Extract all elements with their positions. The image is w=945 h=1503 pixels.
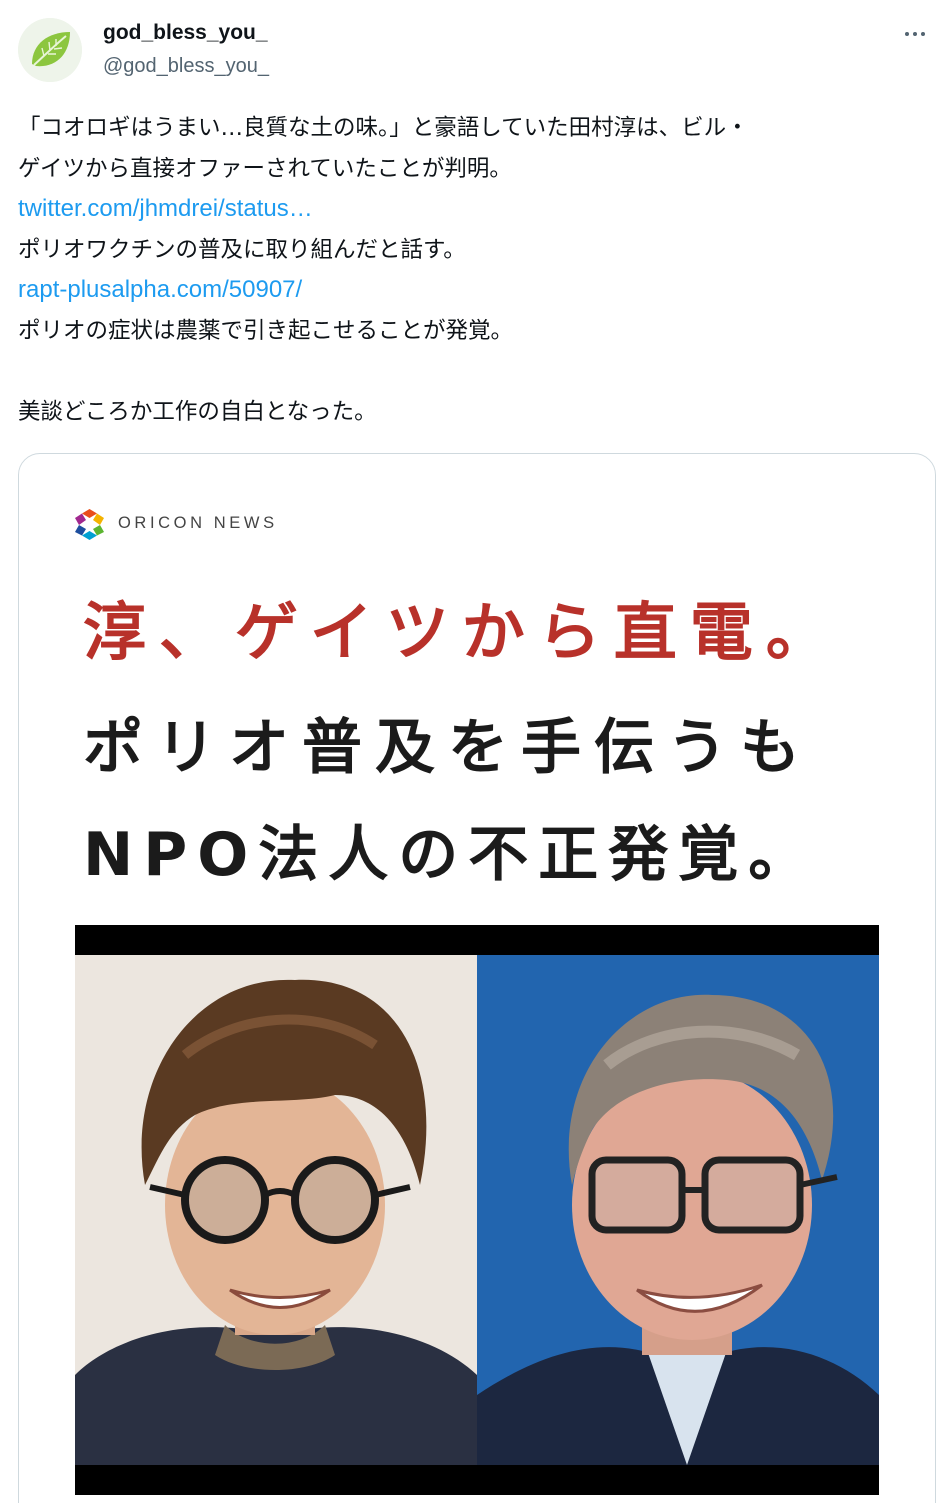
tweet-line: ポリオの症状は農薬で引き起こせることが発覚。: [18, 317, 514, 344]
media-card[interactable]: ORICON NEWS 淳、ゲイツから直電。 ポリオ普及を手伝うも NPO法人の…: [18, 453, 936, 1503]
oricon-brand: ORICON NEWS: [118, 514, 278, 532]
photo-frame: [75, 925, 879, 1495]
photo-gates: [477, 955, 879, 1465]
avatar[interactable]: [18, 18, 82, 82]
headline-red: 淳、ゲイツから直電。: [83, 596, 842, 669]
tweet-line: ポリオワクチンの普及に取り組んだと話す。: [18, 236, 466, 263]
photo-tamura: [75, 955, 477, 1465]
more-options-button[interactable]: [897, 16, 933, 52]
more-dot-icon: [905, 32, 909, 36]
oricon-logo-icon: [75, 509, 104, 540]
tweet-link-twitter[interactable]: twitter.com/jhmdrei/status…: [18, 189, 928, 230]
leaf-icon: [18, 18, 82, 82]
headline-line3: NPO法人の不正発覚。: [83, 820, 819, 890]
more-dot-icon: [913, 32, 917, 36]
user-handle[interactable]: @god_bless_you_: [103, 55, 269, 78]
tweet-line: ゲイツから直接オファーされていたことが判明。: [18, 155, 512, 182]
tweet-text: 「コオロギはうまい…良質な土の味。」と豪語していた田村淳は、ビル・ ゲイツから直…: [18, 108, 928, 432]
tweet-line: 美談どころか工作の自白となった。: [18, 398, 377, 425]
display-name[interactable]: god_bless_you_: [103, 21, 268, 45]
tweet-line: 「コオロギはうまい…良質な土の味。」と豪語していた田村淳は、ビル・: [18, 115, 749, 141]
headline-line2: ポリオ普及を手伝うも: [83, 713, 813, 783]
tweet-link-rapt[interactable]: rapt-plusalpha.com/50907/: [18, 270, 928, 311]
more-dot-icon: [921, 32, 925, 36]
